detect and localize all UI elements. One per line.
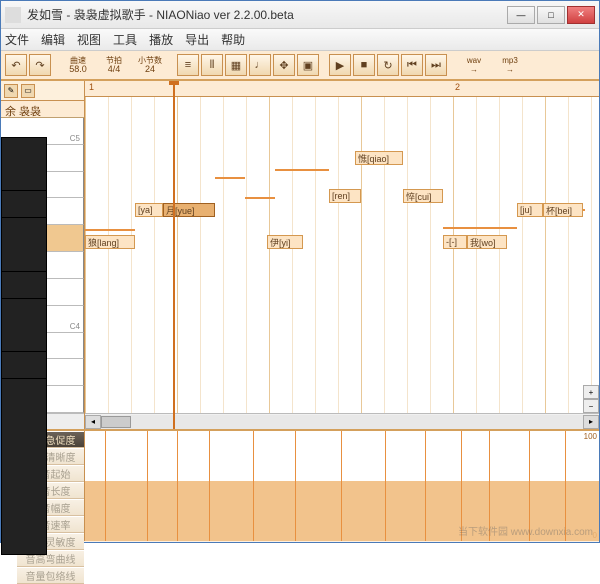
zoom-controls: + − (583, 385, 599, 413)
play-button[interactable]: ▶ (329, 54, 351, 76)
undo-button[interactable]: ↶ (5, 54, 27, 76)
note[interactable]: 悴[cui] (403, 189, 443, 203)
loop-button[interactable]: ↻ (377, 54, 399, 76)
measure-1: 1 (89, 82, 94, 92)
minimize-button[interactable]: — (507, 6, 535, 24)
app-window: 发如雪 - 袅袅虚拟歌手 - NIAONiao ver 2.2.00.beta … (0, 0, 600, 543)
close-button[interactable]: ✕ (567, 6, 595, 24)
menu-play[interactable]: 播放 (149, 31, 173, 48)
menubar: 文件 编辑 视图 工具 播放 导出 帮助 (1, 29, 599, 51)
scroll-thumb[interactable] (101, 416, 131, 428)
note[interactable]: 狼[lang] (85, 235, 135, 249)
note[interactable]: -[-] (443, 235, 467, 249)
menu-file[interactable]: 文件 (5, 31, 29, 48)
app-icon (5, 7, 21, 23)
toolbar: ↶ ↷ 曲速 58.0 节拍 4/4 小节数 24 ≡ ⫴ ▦ ♩ ✥ ▣ ▶ … (1, 51, 599, 81)
tool-select-button[interactable]: ▣ (297, 54, 319, 76)
note[interactable]: 憔[qiao] (355, 151, 403, 165)
piano-keyboard[interactable]: C5C4 (1, 117, 84, 413)
horizontal-scrollbar[interactable]: ◂ ▸ (85, 413, 599, 429)
tool-volume-button[interactable]: ⫴ (201, 54, 223, 76)
param-panel: 参数面板 发音急促度发音清晰度清音起始颤音长度颤音幅度颤音速率发音灵敏度音高弯曲… (1, 429, 599, 541)
note-canvas[interactable]: 1 2 狼[lang] [ya]月[yue] 伊[yi] [ren] 憔[qiao] 悴[… (85, 81, 599, 429)
note[interactable]: 月[yue] (163, 203, 215, 217)
note[interactable]: [ren] (329, 189, 361, 203)
tool-chart-button[interactable]: ▦ (225, 54, 247, 76)
playhead[interactable] (173, 81, 175, 429)
main-area: ✎ ▭ 余 袅袅 C5C4 1 2 狼[lang] [ya]月[yue] 伊[yi]… (1, 81, 599, 429)
tool-note-button[interactable]: ♩ (249, 54, 271, 76)
bars-display[interactable]: 小节数 24 (133, 54, 167, 76)
menu-export[interactable]: 导出 (185, 31, 209, 48)
menu-edit[interactable]: 编辑 (41, 31, 65, 48)
scroll-left-button[interactable]: ◂ (85, 415, 101, 429)
next-button[interactable]: ⏭ (425, 54, 447, 76)
note[interactable]: 伊[yi] (267, 235, 303, 249)
track[interactable]: 狼[lang] [ya]月[yue] 伊[yi] [ren] 憔[qiao] 悴[cui]… (85, 97, 599, 413)
zoom-in-button[interactable]: + (583, 385, 599, 399)
note[interactable]: [ju] (517, 203, 543, 217)
eraser-tool-icon[interactable]: ▭ (21, 84, 35, 98)
tool-pitch-button[interactable]: ≡ (177, 54, 199, 76)
voice-label[interactable]: 余 袅袅 (1, 101, 84, 117)
menu-help[interactable]: 帮助 (221, 31, 245, 48)
measure-2: 2 (455, 82, 460, 92)
maximize-button[interactable]: □ (537, 6, 565, 24)
menu-tools[interactable]: 工具 (113, 31, 137, 48)
tool-tabs: ✎ ▭ (1, 81, 84, 101)
ruler[interactable]: 1 2 (85, 81, 599, 97)
export-mp3-button[interactable]: mp3→ (493, 54, 527, 76)
param-pane[interactable]: 100 0 (85, 431, 599, 541)
note[interactable]: 我[wo] (467, 235, 507, 249)
prev-button[interactable]: ⏮ (401, 54, 423, 76)
left-column: ✎ ▭ 余 袅袅 C5C4 (1, 81, 85, 429)
redo-button[interactable]: ↷ (29, 54, 51, 76)
menu-view[interactable]: 视图 (77, 31, 101, 48)
param-scale-top: 100 (584, 432, 597, 441)
piano-black-key[interactable] (1, 378, 47, 555)
note[interactable]: [ya] (135, 203, 163, 217)
titlebar[interactable]: 发如雪 - 袅袅虚拟歌手 - NIAONiao ver 2.2.00.beta … (1, 1, 599, 29)
scroll-right-button[interactable]: ▸ (583, 415, 599, 429)
zoom-out-button[interactable]: − (583, 399, 599, 413)
export-wav-button[interactable]: wav→ (457, 54, 491, 76)
pencil-tool-icon[interactable]: ✎ (4, 84, 18, 98)
tempo-display[interactable]: 曲速 58.0 (61, 54, 95, 76)
tool-move-button[interactable]: ✥ (273, 54, 295, 76)
window-title: 发如雪 - 袅袅虚拟歌手 - NIAONiao ver 2.2.00.beta (27, 6, 507, 23)
beat-display[interactable]: 节拍 4/4 (97, 54, 131, 76)
note[interactable]: 杯[bei] (543, 203, 583, 217)
stop-button[interactable]: ■ (353, 54, 375, 76)
param-item[interactable]: 音量包络线 (17, 567, 84, 584)
